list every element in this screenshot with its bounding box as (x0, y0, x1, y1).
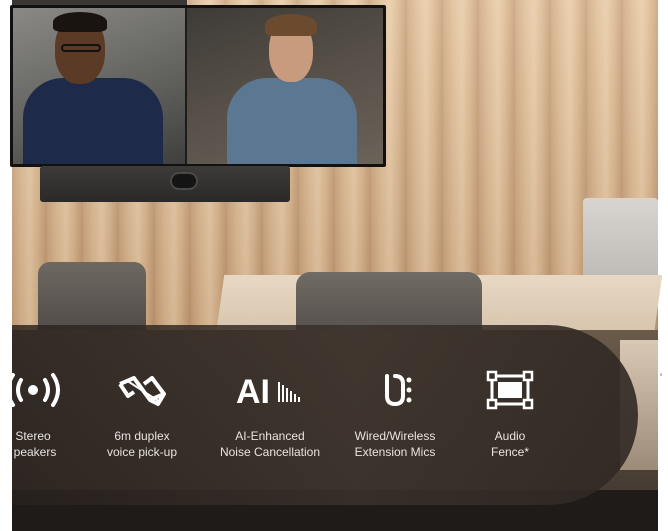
feature-label-line2: Extension Mics (354, 445, 436, 459)
feature-label-line1: AI-Enhanced (235, 429, 305, 443)
feature-ai-noise-cancellation: AI AI-Enhanced Noise Cancellation (205, 370, 335, 460)
video-call-display (10, 5, 386, 167)
ai-icon: AI (236, 373, 300, 410)
edge-mark: ' (660, 372, 663, 384)
video-soundbar (40, 166, 290, 202)
participant-2-hair (265, 14, 317, 36)
participant-tile-left (13, 8, 185, 164)
feature-duplex-voice: 6m duplex voice pick-up (77, 370, 207, 460)
feature-extension-mics: Wired/Wireless Extension Mics (330, 370, 460, 460)
feature-label-line2: Noise Cancellation (219, 445, 321, 459)
camera-lens (170, 172, 198, 190)
feature-label-line2: peakers (13, 445, 57, 459)
extension-mics-icon (385, 374, 412, 407)
feature-label-line1: Stereo (15, 429, 51, 443)
feature-audio-fence: Audio Fence* (445, 370, 575, 460)
feature-label-line2: Fence* (490, 445, 530, 459)
ai-icon-text: AI (236, 373, 270, 410)
participant-2-body (227, 78, 357, 164)
participant-1-hair (53, 12, 107, 32)
participant-1-body (23, 78, 163, 164)
feature-label-line1: Wired/Wireless (354, 429, 436, 443)
participant-1-glasses (61, 44, 101, 52)
product-scene: ' Stereo peakers 6m duplex voice pick-up (0, 0, 668, 531)
feature-label-line1: Audio (494, 429, 526, 443)
audio-fence-icon (486, 370, 534, 410)
stereo-speakers-icon (6, 373, 60, 407)
feature-label-line1: 6m duplex (114, 429, 170, 443)
participant-tile-right (187, 8, 383, 164)
duplex-voice-icon (118, 376, 166, 406)
feature-label-line2: voice pick-up (106, 445, 178, 459)
